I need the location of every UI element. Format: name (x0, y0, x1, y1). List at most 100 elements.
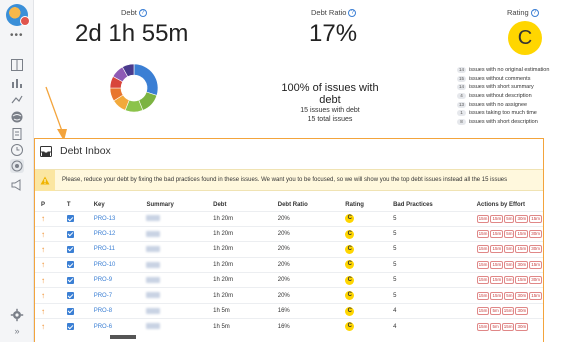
debt-summary: 100% of issues with debt 15 issues with … (270, 82, 390, 124)
column-header[interactable]: Bad Practices (387, 199, 471, 211)
effort-tag[interactable]: 30m (515, 214, 529, 223)
effort-tag[interactable]: 15m (515, 245, 529, 254)
column-header[interactable]: Actions by Effort (471, 199, 543, 211)
effort-tag[interactable]: 15m (476, 276, 490, 285)
effort-tag[interactable]: 15m (515, 276, 529, 285)
app-logo-icon[interactable] (6, 4, 30, 26)
effort-tag[interactable]: 15m (529, 214, 542, 223)
megaphone-icon[interactable] (10, 178, 24, 192)
effort-tag[interactable]: 5m (490, 322, 501, 331)
effort-tag[interactable]: 30m (515, 291, 529, 300)
effort-tag[interactable]: 15m (476, 291, 490, 300)
column-header[interactable]: Summary (140, 199, 207, 211)
document-icon[interactable] (10, 127, 24, 141)
table-row[interactable]: ↑ PRO-11 1h 20m 20% C 5 15m 15m 5m 15m 30m (35, 241, 543, 258)
effort-tag[interactable]: 5m (504, 276, 515, 285)
rating-badge: C (345, 322, 355, 332)
effort-tag[interactable]: 5m (504, 245, 515, 254)
effort-tag[interactable]: 15m (490, 230, 504, 239)
issue-key-link[interactable]: PRO-10 (94, 262, 116, 268)
redacted-bar (110, 335, 136, 339)
column-header[interactable]: T (61, 199, 88, 211)
effort-tag[interactable]: 15m (501, 307, 515, 316)
summary-percent-text: of issues with debt (312, 82, 379, 106)
stat-text: issues with short description (469, 118, 538, 125)
donut-slice[interactable] (133, 63, 159, 96)
column-header[interactable]: Debt (207, 199, 272, 211)
effort-tag[interactable]: 5m (504, 214, 515, 223)
debt-cell: 1h 20m (207, 256, 272, 273)
effort-tag[interactable]: 15m (490, 245, 504, 254)
actions-cell: 15m 5m 15m 30m (470, 302, 543, 319)
column-header[interactable]: Key (88, 199, 141, 211)
effort-tag[interactable]: 15m (490, 260, 504, 269)
expand-icon[interactable]: » (10, 326, 24, 340)
effort-tag[interactable]: 15m (476, 230, 490, 239)
effort-tag[interactable]: 30m (529, 230, 542, 239)
effort-tag[interactable]: 15m (515, 230, 529, 239)
effort-tag[interactable]: 30m (529, 276, 542, 285)
table-row[interactable]: ↑ PRO-9 1h 20m 20% C 5 15m 15m 5m 15m 30m (35, 272, 543, 288)
effort-tag[interactable]: 5m (490, 307, 501, 316)
effort-tag[interactable]: 15m (476, 245, 490, 254)
bad-practices-cell: 5 (387, 256, 471, 273)
issue-key-link[interactable]: PRO-11 (94, 246, 115, 252)
stat-item: 8 issues with short description (457, 118, 575, 127)
column-header[interactable]: P (35, 199, 61, 211)
effort-tag[interactable]: 15m (529, 260, 542, 269)
issue-key-link[interactable]: PRO-12 (94, 231, 116, 237)
issue-key-link[interactable]: PRO-8 (94, 308, 112, 314)
table-row[interactable]: ↑ PRO-13 1h 20m 20% C 5 15m 15m 5m 30m 15m (35, 210, 543, 227)
effort-tag[interactable]: 15m (529, 291, 542, 300)
task-type-icon (66, 245, 74, 253)
table-row[interactable]: ↑ PRO-8 1h 5m 16% C 4 15m 5m 15m 30m (35, 302, 543, 319)
column-header[interactable]: Rating (339, 199, 387, 211)
timeline-icon[interactable] (10, 93, 24, 107)
effort-tag[interactable]: 5m (504, 230, 515, 239)
rating-badge: C (345, 244, 355, 254)
debt-cell: 1h 20m (207, 272, 272, 288)
effort-tag[interactable]: 30m (515, 260, 529, 269)
more-dots-icon[interactable]: ••• (10, 30, 24, 41)
effort-tag[interactable]: 15m (476, 322, 490, 331)
priority-up-icon: ↑ (41, 322, 45, 332)
effort-tag[interactable]: 15m (476, 307, 490, 316)
issue-key-link[interactable]: PRO-7 (94, 293, 112, 299)
help-icon[interactable]: ? (530, 9, 539, 18)
effort-tag[interactable]: 15m (490, 214, 504, 223)
effort-tag[interactable]: 15m (501, 322, 515, 331)
rating-badge: C (345, 214, 355, 224)
effort-tag[interactable]: 15m (490, 276, 504, 285)
stat-item: 1 issues taking too much time (457, 109, 575, 118)
board-icon[interactable] (10, 58, 24, 72)
table-row[interactable]: ↑ PRO-7 1h 20m 20% C 5 15m 15m 5m 30m 15m (35, 287, 543, 304)
globe-icon[interactable] (10, 110, 24, 124)
issue-key-link[interactable]: PRO-6 (94, 324, 112, 330)
table-row[interactable]: ↑ PRO-6 1h 5m 16% C 4 15m 5m 15m 30m (35, 318, 543, 335)
help-icon[interactable]: ? (138, 9, 147, 18)
target-icon[interactable] (10, 159, 24, 173)
issue-key-link[interactable]: PRO-13 (94, 216, 116, 222)
stat-text: issues with no assignee (469, 101, 528, 108)
summary-total: 15 total issues (307, 116, 353, 123)
effort-tag[interactable]: 5m (504, 291, 515, 300)
help-icon[interactable]: ? (348, 9, 357, 18)
stat-count: 4 (457, 93, 466, 100)
effort-tag[interactable]: 30m (515, 322, 529, 331)
table-row[interactable]: ↑ PRO-12 1h 20m 20% C 5 15m 15m 5m 15m 30m (35, 225, 543, 242)
effort-tag[interactable]: 15m (476, 260, 490, 269)
effort-tag[interactable]: 5m (504, 260, 515, 269)
summary-redacted (146, 230, 161, 237)
settings-icon[interactable] (10, 308, 24, 322)
effort-tag[interactable]: 30m (515, 307, 529, 316)
effort-tag[interactable]: 15m (476, 214, 490, 223)
reports-icon[interactable] (10, 76, 24, 90)
clock-icon[interactable] (10, 143, 24, 157)
debt-issues-table: P T Key Summary Debt Debt Ratio Rating Bad Prac… (35, 199, 543, 335)
debt-inbox-title: Debt Inbox (60, 145, 111, 157)
column-header[interactable]: Debt Ratio (272, 199, 340, 211)
effort-tag[interactable]: 15m (490, 291, 504, 300)
table-row[interactable]: ↑ PRO-10 1h 20m 20% C 5 15m 15m 5m 30m 15m (35, 256, 543, 273)
effort-tag[interactable]: 30m (529, 245, 542, 254)
issue-key-link[interactable]: PRO-9 (94, 277, 112, 283)
